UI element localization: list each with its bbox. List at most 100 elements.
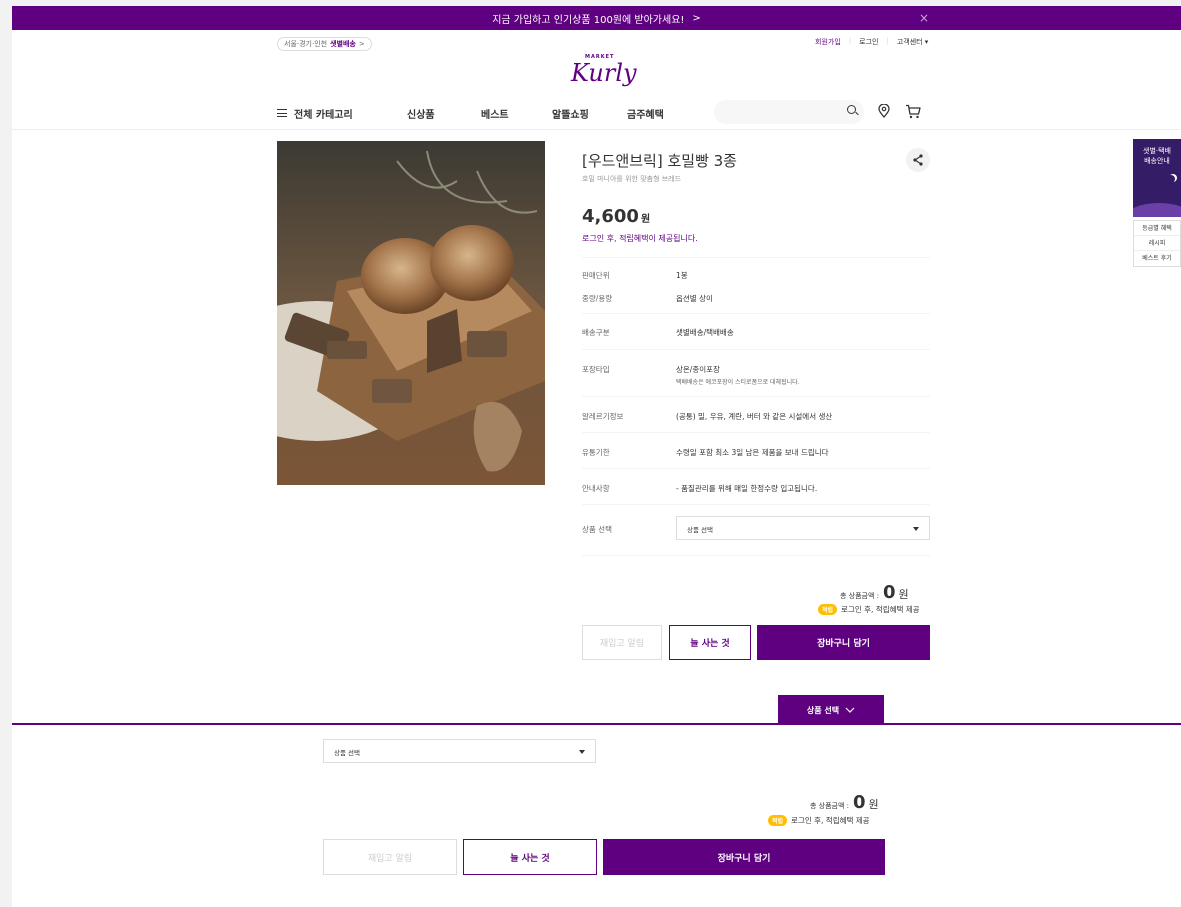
side-banner-line1: 샛별·택배 bbox=[1143, 147, 1171, 155]
all-categories-label: 전체 카테고리 bbox=[294, 109, 353, 121]
add-to-cart-button[interactable]: 장바구니 담기 bbox=[757, 625, 930, 660]
sticky-add-to-cart-button[interactable]: 장바구니 담기 bbox=[603, 839, 885, 875]
info-value: 옵션별 상이 bbox=[676, 294, 713, 303]
side-menu-recipes[interactable]: 레시피 bbox=[1134, 236, 1180, 251]
logo-brand-text: Kurly bbox=[571, 59, 637, 87]
product-title: [우드앤브릭] 호밀빵 3종 bbox=[582, 152, 737, 170]
chevron-down-icon bbox=[845, 707, 855, 713]
accrual-text: 로그인 후, 적립혜택 제공 bbox=[791, 816, 870, 825]
info-label: 중량/용량 bbox=[582, 294, 613, 303]
moon-icon bbox=[1167, 175, 1175, 183]
side-menu-best-reviews[interactable]: 베스트 후기 bbox=[1134, 251, 1180, 266]
product-image bbox=[277, 141, 545, 485]
option-toggle-label: 상품 선택 bbox=[806, 705, 840, 715]
search-icon[interactable] bbox=[847, 105, 856, 114]
restock-alert-button[interactable]: 재입고 알림 bbox=[582, 625, 662, 660]
accrual-badge: 적립 bbox=[768, 815, 788, 826]
option-toggle-tab[interactable]: 상품 선택 bbox=[778, 695, 884, 725]
customer-center-link[interactable]: 고객센터 ▾ bbox=[897, 37, 929, 47]
caret-down-icon bbox=[913, 527, 919, 531]
share-icon bbox=[913, 154, 923, 166]
option-select-placeholder: 상품 선택 bbox=[687, 526, 713, 534]
info-row-allergy: 알레르기정보 (공통) 밀, 우유, 계란, 버터 와 같은 시설에서 생산 bbox=[582, 396, 930, 432]
info-label: 알레르기정보 bbox=[582, 412, 624, 421]
option-select[interactable]: 상품 선택 bbox=[676, 516, 930, 540]
caret-down-icon bbox=[579, 750, 585, 754]
nav-best[interactable]: 베스트 bbox=[481, 106, 509, 121]
info-value: - 품질관리를 위해 매일 한정수량 입고됩니다. bbox=[676, 484, 818, 493]
info-row-delivery: 배송구분 샛별배송/택배배송 bbox=[582, 313, 930, 349]
promo-banner-text[interactable]: 지금 가입하고 인기상품 100원에 받아가세요! bbox=[492, 11, 684, 26]
info-value: 상온/종이포장 bbox=[676, 365, 720, 374]
delivery-type: 샛별배송 bbox=[330, 40, 356, 48]
kurly-logo[interactable]: MARKET Kurly bbox=[569, 54, 637, 92]
product-price: 4,600 원 bbox=[582, 206, 650, 227]
user-menu: 회원가입 | 로그인 | 고객센터 ▾ bbox=[815, 37, 928, 47]
accrual-info: 적립 로그인 후, 적립혜택 제공 bbox=[818, 604, 920, 615]
product-subtitle: 호밀 마니아를 위한 맞춤형 브레드 bbox=[582, 175, 682, 183]
info-row-option: 상품 선택 상품 선택 bbox=[582, 504, 930, 556]
sticky-total-price: 총 상품금액 : 0 원 bbox=[810, 792, 879, 813]
close-icon[interactable]: × bbox=[919, 11, 929, 25]
menu-divider: | bbox=[886, 37, 889, 45]
accrual-text: 로그인 후, 적립혜택 제공 bbox=[841, 605, 920, 614]
option-label: 상품 선택 bbox=[582, 525, 612, 534]
price-unit: 원 bbox=[640, 214, 651, 225]
total-price-amount: 0 bbox=[883, 582, 896, 603]
promo-banner[interactable]: 지금 가입하고 인기상품 100원에 받아가세요! > × bbox=[12, 6, 1181, 30]
product-page: 지금 가입하고 인기상품 100원에 받아가세요! > × 서울·경기·인천 샛… bbox=[12, 6, 1181, 907]
info-note: 택배배송은 에코포장이 스티로폼으로 대체됩니다. bbox=[676, 379, 800, 386]
sticky-restock-alert-button[interactable]: 재입고 알림 bbox=[323, 839, 457, 875]
total-price-amount: 0 bbox=[853, 792, 866, 813]
side-banner-line2: 배송안내 bbox=[1144, 157, 1170, 165]
info-value: 수령일 포함 최소 3일 남은 제품을 보내 드립니다 bbox=[676, 448, 829, 457]
menu-divider: | bbox=[848, 37, 852, 45]
sticky-frequent-purchase-button[interactable]: 늘 사는 것 bbox=[463, 839, 597, 875]
info-row-weight: 중량/용량 옵션별 상이 bbox=[582, 281, 930, 314]
search-input[interactable] bbox=[714, 100, 864, 124]
total-price-unit: 원 bbox=[898, 588, 909, 601]
info-label: 안내사항 bbox=[582, 484, 610, 493]
total-price-unit: 원 bbox=[868, 798, 879, 811]
delivery-region: 서울·경기·인천 bbox=[284, 40, 328, 48]
location-pin-icon[interactable] bbox=[878, 104, 890, 118]
header-divider bbox=[12, 129, 1181, 130]
chevron-right-icon: > bbox=[358, 40, 365, 48]
all-categories-menu[interactable]: 전체 카테고리 bbox=[277, 106, 353, 121]
sticky-option-select[interactable]: 상품 선택 bbox=[323, 739, 596, 763]
info-row-notice: 안내사항 - 품질관리를 위해 매일 한정수량 입고됩니다. bbox=[582, 468, 930, 504]
delivery-guide-banner[interactable]: 샛별·택배 배송안내 bbox=[1133, 139, 1181, 217]
info-value: (공통) 밀, 우유, 계란, 버터 와 같은 시설에서 생산 bbox=[676, 412, 833, 421]
total-price-label: 총 상품금액 : bbox=[840, 592, 880, 600]
cart-icon[interactable] bbox=[905, 104, 921, 119]
nav-bargain[interactable]: 알뜰쇼핑 bbox=[552, 106, 589, 121]
info-value: 1봉 bbox=[676, 271, 688, 280]
accrual-badge: 적립 bbox=[818, 604, 838, 615]
price-value: 4,600 bbox=[582, 206, 639, 227]
info-row-packaging: 포장타입 상온/종이포장 택배배송은 에코포장이 스티로폼으로 대체됩니다. bbox=[582, 349, 930, 396]
info-row-expiration: 유통기한 수령일 포함 최소 3일 남은 제품을 보내 드립니다 bbox=[582, 432, 930, 468]
nav-weekly-benefits[interactable]: 금주혜택 bbox=[627, 106, 664, 121]
side-menu-grade-benefits[interactable]: 등급별 혜택 bbox=[1134, 221, 1180, 236]
total-price-label: 총 상품금액 : bbox=[810, 802, 850, 810]
share-button[interactable] bbox=[906, 148, 930, 172]
delivery-address-pill[interactable]: 서울·경기·인천 샛별배송 > bbox=[277, 37, 372, 51]
chevron-right-icon: > bbox=[692, 12, 701, 24]
side-quick-menu: 등급별 혜택 레시피 베스트 후기 bbox=[1133, 220, 1181, 267]
signup-link[interactable]: 회원가입 bbox=[815, 37, 841, 47]
hill-decoration bbox=[1133, 203, 1181, 217]
hamburger-icon bbox=[277, 109, 287, 117]
sticky-accrual-info: 적립 로그인 후, 적립혜택 제공 bbox=[768, 815, 870, 826]
info-label: 판매단위 bbox=[582, 271, 610, 280]
login-benefit-text: 로그인 후, 적립혜택이 제공됩니다. bbox=[582, 234, 698, 243]
info-value: 샛별배송/택배배송 bbox=[676, 328, 734, 337]
sticky-divider bbox=[12, 723, 1181, 725]
frequent-purchase-button[interactable]: 늘 사는 것 bbox=[669, 625, 751, 660]
total-price: 총 상품금액 : 0 원 bbox=[840, 582, 909, 603]
login-link[interactable]: 로그인 bbox=[859, 37, 878, 47]
sticky-option-placeholder: 상품 선택 bbox=[334, 749, 360, 757]
info-label: 유통기한 bbox=[582, 448, 610, 457]
info-label: 배송구분 bbox=[582, 328, 610, 337]
info-label: 포장타입 bbox=[582, 365, 610, 374]
nav-new-products[interactable]: 신상품 bbox=[407, 106, 435, 121]
